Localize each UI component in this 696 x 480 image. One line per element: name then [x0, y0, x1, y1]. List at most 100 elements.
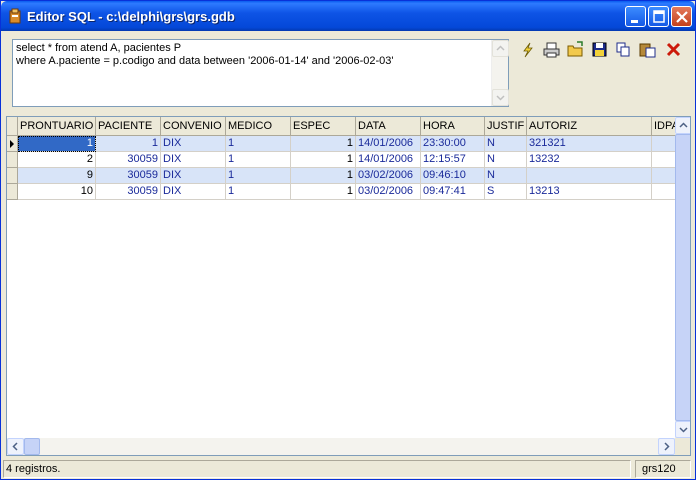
cell-medico[interactable]: 1 [226, 136, 291, 152]
user-label: grs120 [635, 460, 691, 478]
column-header-prontuario[interactable]: PRONTUARIO [18, 117, 96, 136]
status-bar: 4 registros. grs120 [1, 458, 695, 480]
cell-data[interactable]: 03/02/2006 [356, 168, 421, 184]
grid-vertical-thumb[interactable] [675, 134, 690, 421]
grid-scroll-right-button[interactable] [658, 438, 675, 455]
cell-medico[interactable]: 1 [226, 168, 291, 184]
column-header-paciente[interactable]: PACIENTE [96, 117, 161, 136]
paste-icon [639, 43, 656, 58]
cell-data[interactable]: 14/01/2006 [356, 152, 421, 168]
record-count: 4 registros. [3, 460, 631, 478]
cell-autoriz[interactable]: 13213 [527, 184, 652, 200]
cell-convenio[interactable]: DIX [161, 152, 226, 168]
column-header-medico[interactable]: MEDICO [226, 117, 291, 136]
cell-convenio[interactable]: DIX [161, 136, 226, 152]
copy-icon [616, 42, 630, 57]
sql-query-text[interactable]: select * from atend A, pacientes P where… [16, 42, 490, 104]
sql-editor-scrollbar[interactable] [491, 40, 509, 106]
cell-convenio[interactable]: DIX [161, 168, 226, 184]
cell-justif[interactable]: N [485, 152, 527, 168]
toolbar [517, 39, 687, 61]
current-row-icon [10, 140, 14, 148]
cell-convenio[interactable]: DIX [161, 184, 226, 200]
results-grid[interactable]: PRONTUARIO PACIENTE CONVENIO MEDICO ESPEC DAT… [6, 116, 691, 456]
grid-scroll-up-button[interactable] [675, 117, 690, 134]
cell-justif[interactable]: N [485, 136, 527, 152]
row-indicator[interactable] [7, 168, 18, 184]
maximize-icon [653, 10, 665, 23]
arrow-down-icon [679, 427, 688, 433]
grid-indicator-header [7, 117, 18, 136]
cell-espec[interactable]: 1 [291, 152, 356, 168]
cell-prontuario[interactable]: 1 [18, 136, 96, 152]
cell-paciente[interactable]: 30059 [96, 184, 161, 200]
cell-paciente[interactable]: 1 [96, 136, 161, 152]
cell-data[interactable]: 14/01/2006 [356, 136, 421, 152]
column-header-hora[interactable]: HORA [421, 117, 485, 136]
copy-button[interactable] [613, 39, 635, 61]
column-header-data[interactable]: DATA [356, 117, 421, 136]
print-icon [543, 42, 560, 58]
scroll-down-button[interactable] [492, 89, 509, 106]
cell-prontuario[interactable]: 9 [18, 168, 96, 184]
scroll-up-button[interactable] [492, 40, 509, 57]
close-editor-button[interactable] [663, 39, 685, 61]
window-title: Editor SQL - c:\delphi\grs\grs.gdb [27, 9, 235, 24]
cell-autoriz[interactable] [527, 168, 652, 184]
grid-horizontal-thumb[interactable] [24, 438, 40, 455]
cell-medico[interactable]: 1 [226, 152, 291, 168]
close-window-button[interactable] [671, 6, 692, 27]
arrow-left-icon [12, 442, 18, 451]
cell-hora[interactable]: 23:30:00 [421, 136, 485, 152]
cell-prontuario[interactable]: 10 [18, 184, 96, 200]
cell-paciente[interactable]: 30059 [96, 152, 161, 168]
open-folder-icon [567, 41, 583, 57]
row-indicator[interactable] [7, 184, 18, 200]
cell-espec[interactable]: 1 [291, 184, 356, 200]
maximize-button[interactable] [648, 6, 669, 27]
print-button[interactable] [541, 39, 563, 61]
minimize-icon [631, 20, 638, 23]
table-row[interactable]: 9 30059 DIX 1 1 03/02/2006 09:46:10 N [7, 168, 682, 184]
cell-justif[interactable]: N [485, 168, 527, 184]
column-header-autoriz[interactable]: AUTORIZ [527, 117, 652, 136]
table-row[interactable]: 2 30059 DIX 1 1 14/01/2006 12:15:57 N 13232 [7, 152, 682, 168]
cell-espec[interactable]: 1 [291, 168, 356, 184]
cell-hora[interactable]: 09:47:41 [421, 184, 485, 200]
table-row[interactable]: 1 1 DIX 1 1 14/01/2006 23:30:00 N 321321 [7, 136, 682, 152]
save-button[interactable] [589, 39, 611, 61]
cell-justif[interactable]: S [485, 184, 527, 200]
editor-sql-window: Editor SQL - c:\delphi\grs\grs.gdb selec… [0, 0, 696, 480]
cell-medico[interactable]: 1 [226, 184, 291, 200]
close-icon [666, 42, 681, 57]
column-header-convenio[interactable]: CONVENIO [161, 117, 226, 136]
scrollbar-corner [675, 438, 690, 455]
open-button[interactable] [565, 39, 587, 61]
grid-vertical-scrollbar[interactable] [675, 117, 690, 438]
arrow-up-icon [679, 122, 688, 128]
sql-editor[interactable]: select * from atend A, pacientes P where… [12, 39, 509, 107]
execute-button[interactable] [517, 39, 539, 61]
cell-autoriz[interactable]: 321321 [527, 136, 652, 152]
title-bar[interactable]: Editor SQL - c:\delphi\grs\grs.gdb [1, 1, 695, 31]
grid-scroll-down-button[interactable] [675, 421, 690, 438]
minimize-button[interactable] [625, 6, 646, 27]
row-indicator[interactable] [7, 136, 18, 152]
column-header-espec[interactable]: ESPEC [291, 117, 356, 136]
cell-espec[interactable]: 1 [291, 136, 356, 152]
cell-hora[interactable]: 09:46:10 [421, 168, 485, 184]
grid-scroll-left-button[interactable] [7, 438, 24, 455]
cell-autoriz[interactable]: 13232 [527, 152, 652, 168]
table-row[interactable]: 10 30059 DIX 1 1 03/02/2006 09:47:41 S 13213 [7, 184, 682, 200]
cell-paciente[interactable]: 30059 [96, 168, 161, 184]
cell-prontuario[interactable]: 2 [18, 152, 96, 168]
app-icon [9, 8, 21, 24]
arrow-right-icon [664, 442, 670, 451]
cell-hora[interactable]: 12:15:57 [421, 152, 485, 168]
close-window-icon [676, 11, 688, 23]
cell-data[interactable]: 03/02/2006 [356, 184, 421, 200]
paste-button[interactable] [637, 39, 659, 61]
row-indicator[interactable] [7, 152, 18, 168]
column-header-justif[interactable]: JUSTIF [485, 117, 527, 136]
grid-horizontal-scrollbar[interactable] [7, 438, 675, 455]
